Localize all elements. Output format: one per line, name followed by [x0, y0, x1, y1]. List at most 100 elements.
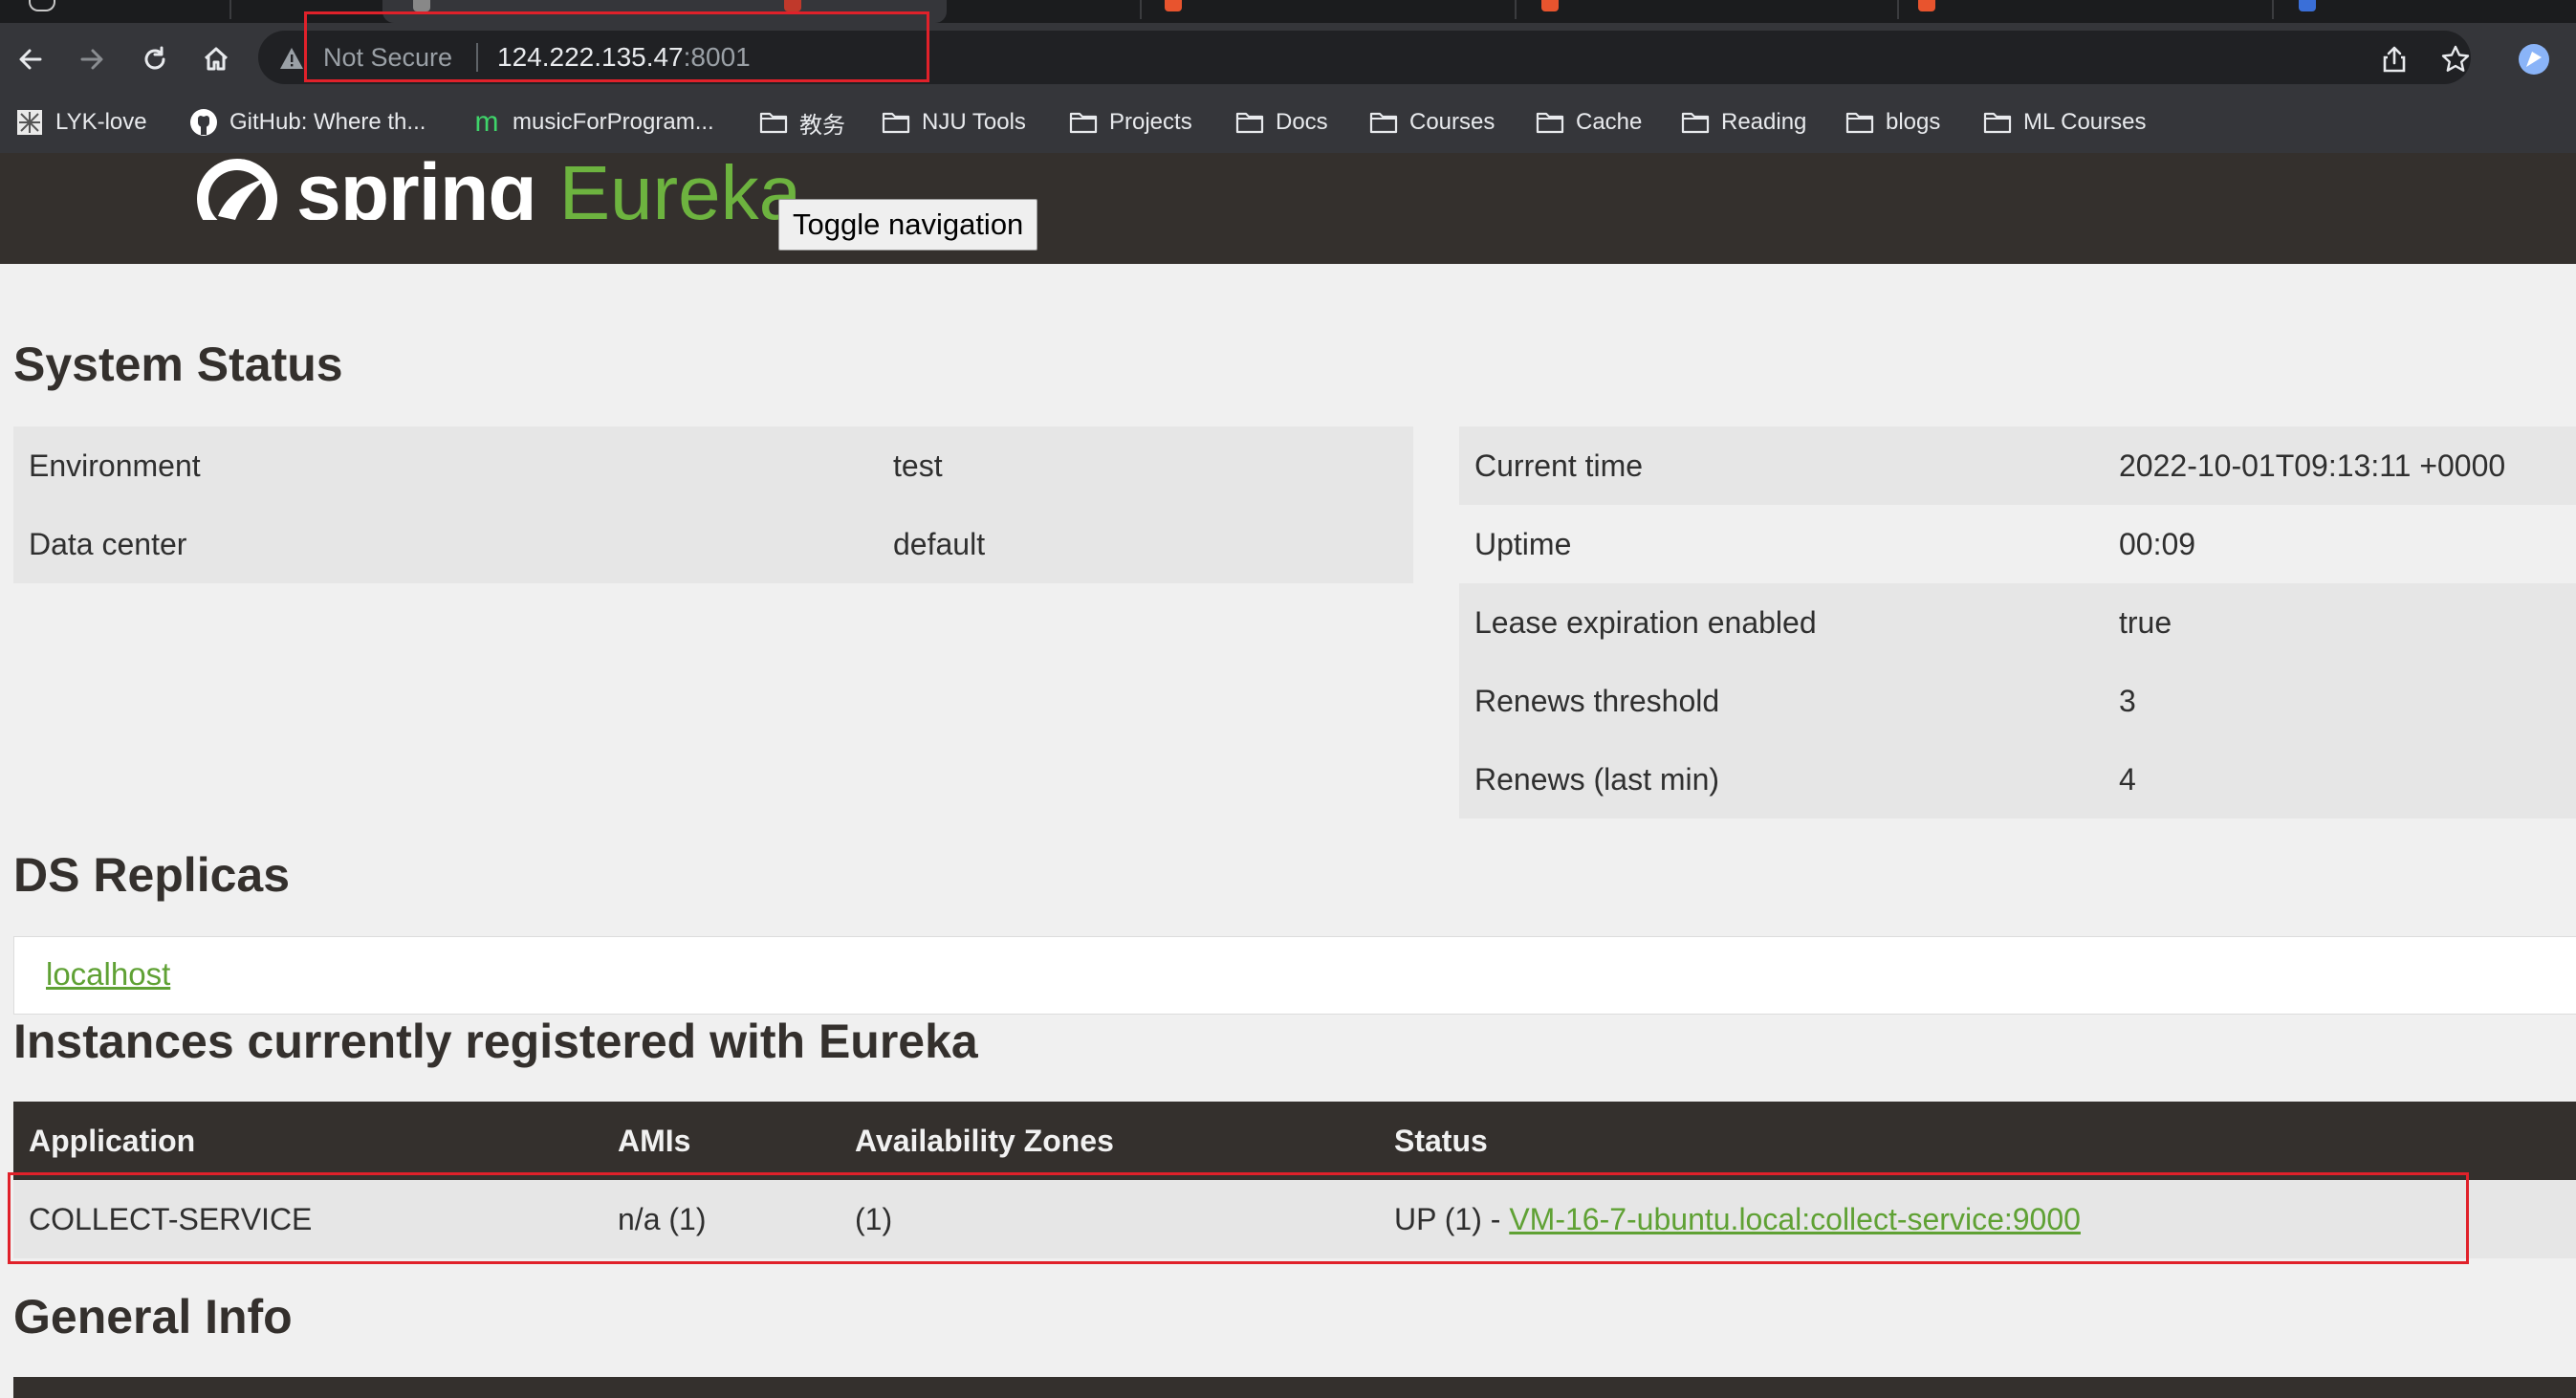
status-key: Data center [13, 505, 878, 583]
status-key: Environment [13, 426, 878, 505]
tab-separator [229, 0, 231, 19]
system-status-left-table: Environment test Data center default [13, 426, 1413, 583]
home-button[interactable] [195, 38, 237, 80]
tab-close-icon[interactable] [29, 0, 55, 11]
column-header-status: Status [1379, 1102, 2576, 1180]
back-icon [19, 49, 42, 70]
logo-spring-text: spring [296, 153, 537, 220]
bookmark-label: Courses [1409, 109, 1495, 135]
reload-icon [144, 46, 165, 70]
forward-button[interactable] [71, 38, 113, 80]
instances-header-row: Application AMIs Availability Zones Stat… [13, 1102, 2576, 1180]
tab-favicon-icon [413, 0, 430, 11]
bookmark-label: NJU Tools [922, 109, 1026, 135]
folder-icon [759, 110, 788, 135]
bookmark-star-icon [2441, 45, 2470, 72]
bookmark-folder-projects[interactable]: Projects [1069, 103, 1192, 142]
status-row-current-time: Current time 2022-10-01T09:13:11 +0000 [1459, 426, 2576, 505]
bookmark-label: 教务 [799, 111, 845, 139]
bookmark-label: musicForProgram... [513, 109, 714, 135]
bookmark-folder-docs[interactable]: Docs [1235, 103, 1328, 142]
instances-heading: Instances currently registered with Eure… [13, 1015, 978, 1068]
logo-eureka-text: Eureka [558, 153, 802, 220]
forward-icon [80, 49, 103, 70]
column-header-amis: AMIs [602, 1102, 840, 1180]
share-icon [2383, 46, 2406, 73]
status-row-data-center: Data center default [13, 505, 1413, 583]
status-row-renews-last-min: Renews (last min) 4 [1459, 740, 2576, 819]
status-value: 00:09 [2104, 505, 2576, 583]
bookmark-folder-ml-courses[interactable]: ML Courses [1983, 103, 2146, 142]
bookmark-label: LYK-love [55, 109, 147, 135]
status-row-environment: Environment test [13, 426, 1413, 505]
bookmark-folder-reading[interactable]: Reading [1681, 103, 1806, 142]
status-key: Renews threshold [1459, 662, 2104, 740]
tab-favicon-icon[interactable] [2299, 0, 2316, 11]
general-info-heading: General Info [13, 1290, 293, 1343]
tab-separator [1515, 0, 1517, 19]
bookmark-folder-cache[interactable]: Cache [1536, 103, 1642, 142]
bookmark-star-button[interactable] [2434, 38, 2477, 80]
bookmark-folder-courses[interactable]: Courses [1369, 103, 1495, 142]
bookmark-github[interactable]: GitHub: Where th... [189, 103, 426, 142]
github-icon [189, 109, 218, 136]
home-icon [204, 47, 229, 71]
profile-icon [2519, 44, 2549, 75]
bookmark-label: Docs [1276, 109, 1328, 135]
tab-separator [2272, 0, 2274, 19]
status-key: Current time [1459, 426, 2104, 505]
bookmark-folder-nju-tools[interactable]: NJU Tools [882, 103, 1026, 142]
folder-icon [1369, 110, 1398, 135]
status-value: test [878, 426, 1413, 505]
folder-icon [1681, 110, 1710, 135]
ds-replicas-list: localhost [13, 936, 2576, 1015]
spring-leaf-icon [197, 159, 277, 220]
column-header-availability-zones: Availability Zones [840, 1102, 1379, 1180]
folder-icon [1983, 110, 2012, 135]
tab-favicon-icon [784, 0, 801, 11]
bookmark-label: GitHub: Where th... [229, 109, 426, 135]
bookmark-label: Cache [1576, 109, 1643, 135]
replica-link-localhost[interactable]: localhost [46, 956, 170, 993]
folder-icon [882, 110, 910, 135]
bookmark-label: blogs [1886, 109, 1941, 135]
share-button[interactable] [2373, 38, 2415, 80]
status-key: Renews (last min) [1459, 740, 2104, 819]
status-value: 3 [2104, 662, 2576, 740]
folder-icon [1069, 110, 1098, 135]
status-row-uptime: Uptime 00:09 [1459, 505, 2576, 583]
spring-eureka-logo[interactable]: spring Eureka [191, 153, 801, 220]
system-status-right-table: Current time 2022-10-01T09:13:11 +0000 U… [1459, 426, 2576, 819]
status-key: Lease expiration enabled [1459, 583, 2104, 662]
reload-button[interactable] [134, 38, 176, 80]
bookmark-folder-jiaowu[interactable]: 教务 [759, 103, 845, 142]
toggle-navigation-button[interactable]: Toggle navigation [778, 199, 1038, 251]
bookmark-lyk-love[interactable]: LYK-love [15, 103, 147, 142]
tab-favicon-icon[interactable] [1541, 0, 1559, 11]
tab-favicon-icon[interactable] [1165, 0, 1182, 11]
status-value: 2022-10-01T09:13:11 +0000 [2104, 426, 2576, 505]
site-icon [15, 110, 44, 135]
general-info-table-header [13, 1377, 2576, 1398]
bookmark-label: Projects [1109, 109, 1192, 135]
system-status-heading: System Status [13, 338, 343, 391]
bookmark-musicforprogramming[interactable]: m musicForProgram... [472, 103, 714, 142]
bookmark-label: Reading [1721, 109, 1807, 135]
ds-replicas-heading: DS Replicas [13, 848, 291, 902]
column-header-application: Application [13, 1102, 602, 1180]
folder-icon [1845, 110, 1874, 135]
profile-button[interactable] [2513, 38, 2555, 80]
folder-icon [1536, 110, 1564, 135]
bookmark-label: ML Courses [2023, 109, 2147, 135]
status-key: Uptime [1459, 505, 2104, 583]
address-highlight-box [304, 11, 929, 82]
warning-icon [280, 48, 303, 69]
status-value: default [878, 505, 1413, 583]
tab-separator [1897, 0, 1899, 19]
instance-highlight-box [8, 1172, 2469, 1264]
status-value: 4 [2104, 740, 2576, 819]
tab-separator [1140, 0, 1142, 19]
back-button[interactable] [10, 38, 52, 80]
bookmark-folder-blogs[interactable]: blogs [1845, 103, 1940, 142]
tab-favicon-icon[interactable] [1918, 0, 1935, 11]
